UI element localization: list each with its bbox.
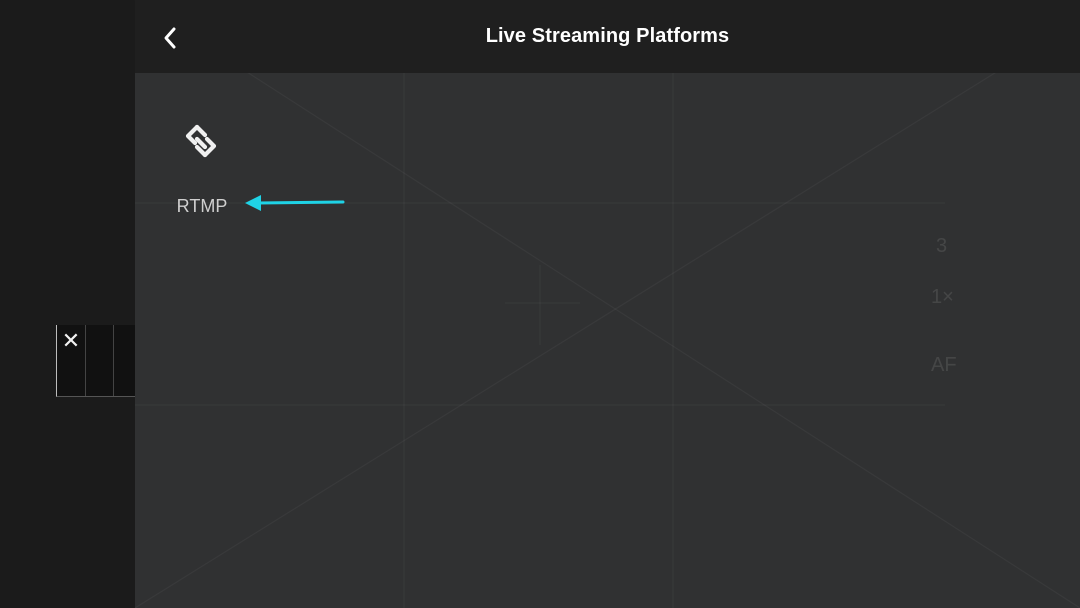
focus-label: AF	[931, 354, 957, 376]
chevron-left-icon	[164, 27, 176, 49]
camera-readout: 3	[936, 235, 948, 257]
camera-guide-overlay	[134, 0, 1080, 608]
link-icon	[185, 124, 217, 158]
page-title: Live Streaming Platforms	[485, 25, 730, 47]
platform-label: RTMP	[176, 196, 228, 216]
back-button[interactable]	[150, 18, 190, 58]
zoom-label: 1×	[931, 286, 954, 308]
platform-rtmp[interactable]: RTMP	[168, 110, 240, 225]
